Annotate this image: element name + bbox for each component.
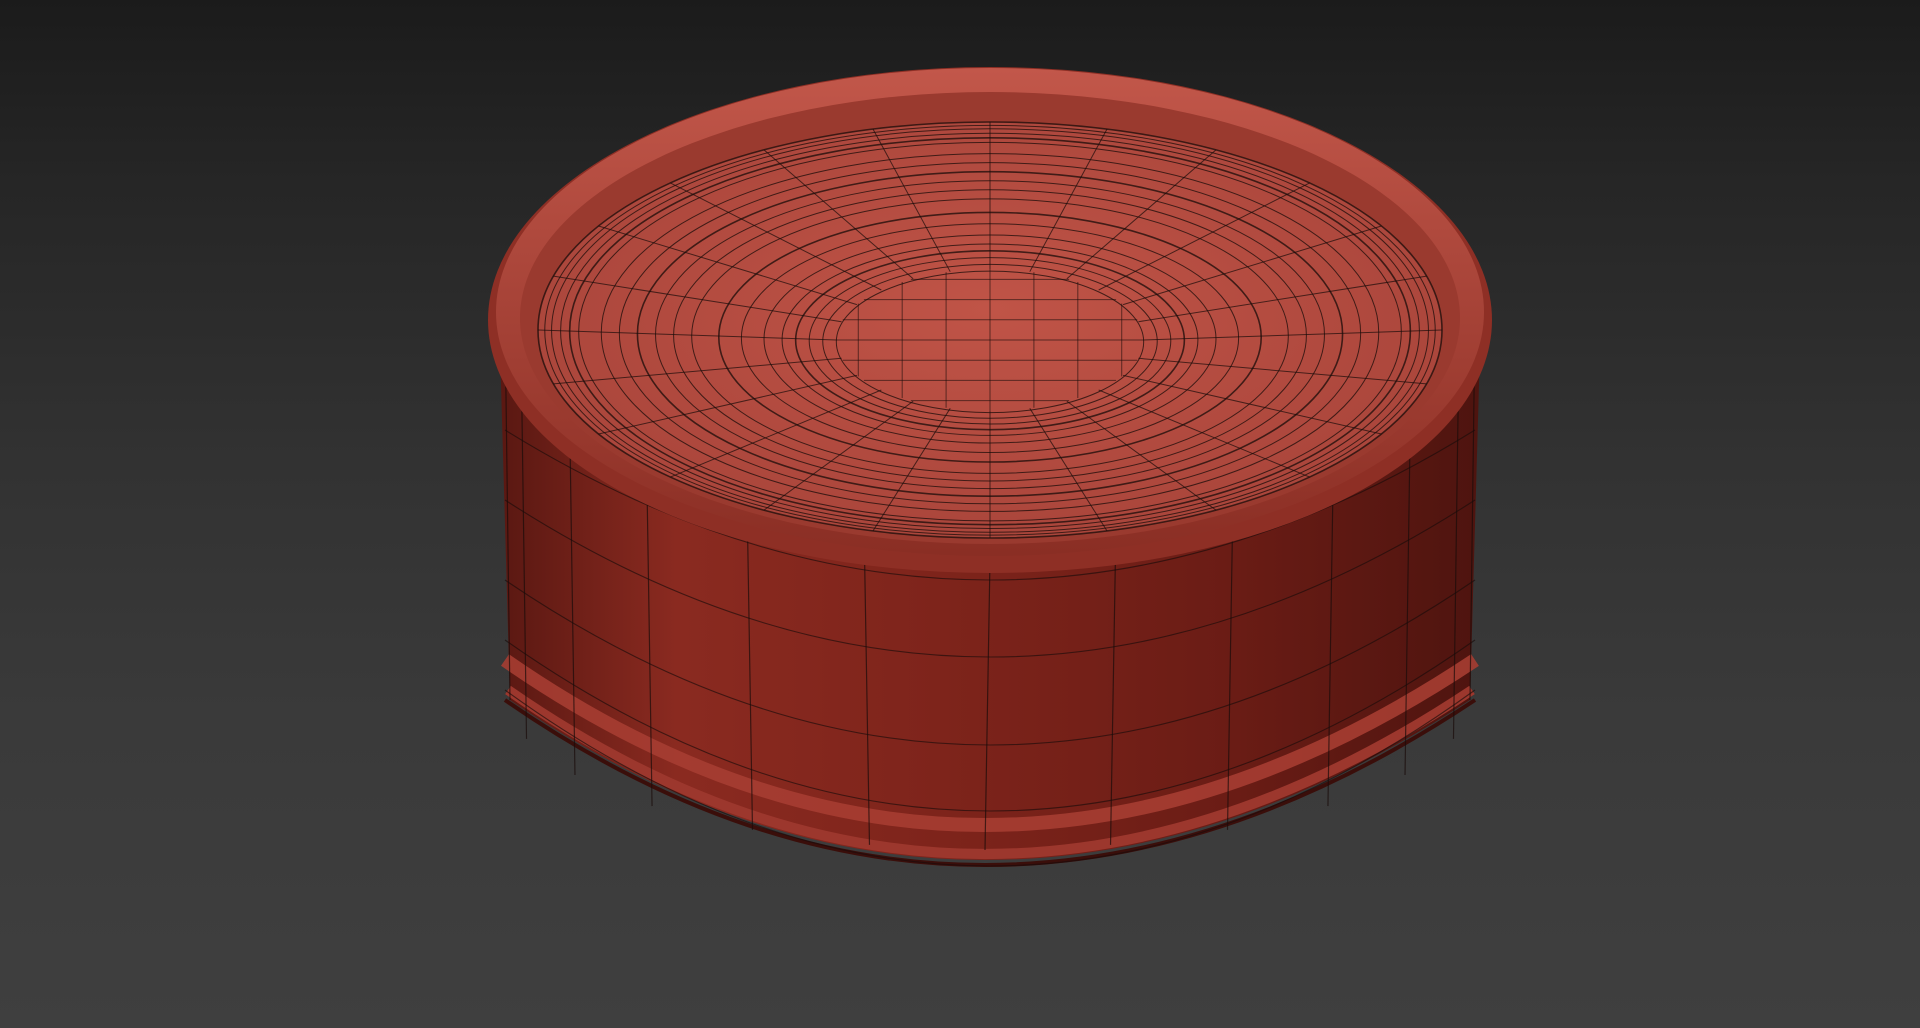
lid-wireframe	[537, 121, 1443, 539]
viewport-scene[interactable]	[0, 0, 1920, 1028]
3d-viewport[interactable]	[0, 0, 1920, 1028]
